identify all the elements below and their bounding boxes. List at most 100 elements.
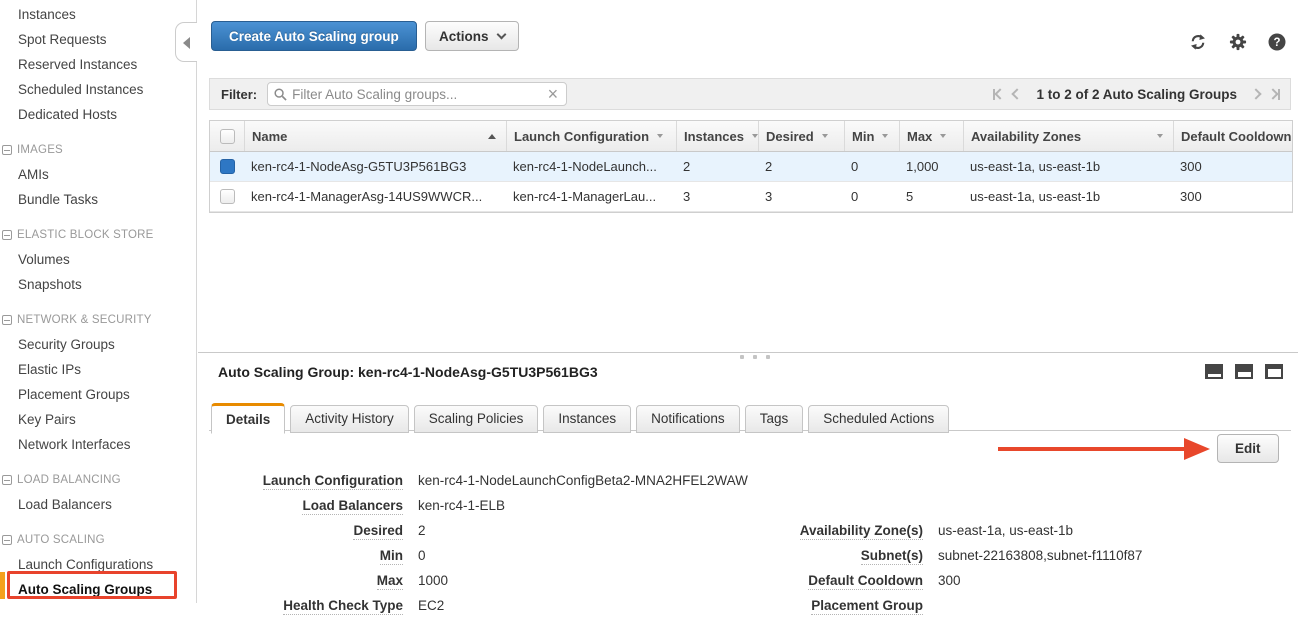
column-header-desired[interactable]: Desired <box>758 121 844 151</box>
field-value: ken-rc4-1-ELB <box>418 498 505 513</box>
column-label: Desired <box>766 129 814 144</box>
sidebar-section-label: ELASTIC BLOCK STORE <box>17 229 154 241</box>
row-checkbox-checked[interactable] <box>220 159 235 174</box>
detail-fields-left: Launch Configuration ken-rc4-1-NodeLaunc… <box>211 468 811 618</box>
edit-button-label: Edit <box>1235 441 1261 456</box>
pagination-first-button[interactable] <box>993 89 1004 100</box>
sidebar-item-dedicated-hosts[interactable]: Dedicated Hosts <box>0 102 196 127</box>
detail-tabs: Details Activity History Scaling Policie… <box>211 403 949 433</box>
annotation-orange-bar <box>0 572 5 599</box>
field-label: Min <box>211 548 403 563</box>
cell-default-cooldown: 300 <box>1173 152 1292 181</box>
sidebar: Instances Spot Requests Reserved Instanc… <box>0 0 197 603</box>
pagination-last-button[interactable] <box>1269 89 1280 100</box>
sidebar-item-snapshots[interactable]: Snapshots <box>0 272 196 297</box>
filter-input[interactable] <box>292 87 545 102</box>
column-label: Instances <box>684 129 744 144</box>
sidebar-section-images[interactable]: IMAGES <box>0 138 196 162</box>
main-content: Create Auto Scaling group Actions <box>198 0 1298 603</box>
help-icon[interactable]: ? <box>1268 33 1286 51</box>
column-header-instances[interactable]: Instances <box>676 121 758 151</box>
sidebar-section-elastic-block-store[interactable]: ELASTIC BLOCK STORE <box>0 223 196 247</box>
sidebar-item-scheduled-instances[interactable]: Scheduled Instances <box>0 77 196 102</box>
cell-desired: 3 <box>758 182 844 211</box>
cell-min: 0 <box>844 182 899 211</box>
field-value: us-east-1a, us-east-1b <box>938 523 1073 538</box>
sidebar-section-load-balancing[interactable]: LOAD BALANCING <box>0 468 196 492</box>
sidebar-item-spot-requests[interactable]: Spot Requests <box>0 27 196 52</box>
column-header-min[interactable]: Min <box>844 121 899 151</box>
column-label: Min <box>852 129 874 144</box>
collapse-minus-icon[interactable] <box>2 145 12 155</box>
actions-button[interactable]: Actions <box>425 21 519 51</box>
pagination-prev-button[interactable] <box>1012 88 1023 99</box>
collapse-minus-icon[interactable] <box>2 535 12 545</box>
column-header-availability-zones[interactable]: Availability Zones <box>963 121 1173 151</box>
column-header-name[interactable]: Name <box>244 121 506 151</box>
tab-details[interactable]: Details <box>211 403 285 434</box>
column-label: Name <box>252 129 287 144</box>
column-header-default-cooldown[interactable]: Default Cooldown <box>1173 121 1292 151</box>
sidebar-item-bundle-tasks[interactable]: Bundle Tasks <box>0 187 196 212</box>
collapse-left-arrow-icon <box>183 37 190 49</box>
sidebar-item-security-groups[interactable]: Security Groups <box>0 332 196 357</box>
cell-default-cooldown: 300 <box>1173 182 1292 211</box>
field-value: 1000 <box>418 573 448 588</box>
select-all-checkbox[interactable] <box>210 121 244 151</box>
gear-icon[interactable] <box>1229 33 1247 51</box>
actions-button-label: Actions <box>439 29 489 44</box>
tab-notifications[interactable]: Notifications <box>636 405 740 433</box>
cell-launch-configuration: ken-rc4-1-ManagerLau... <box>506 182 676 211</box>
refresh-icon[interactable] <box>1188 33 1208 51</box>
collapse-minus-icon[interactable] <box>2 475 12 485</box>
panel-size-small-icon[interactable] <box>1205 364 1223 379</box>
sidebar-item-elastic-ips[interactable]: Elastic IPs <box>0 357 196 382</box>
edit-button[interactable]: Edit <box>1217 434 1279 463</box>
sidebar-item-network-interfaces[interactable]: Network Interfaces <box>0 432 196 457</box>
create-auto-scaling-group-button[interactable]: Create Auto Scaling group <box>211 21 417 51</box>
tab-scaling-policies[interactable]: Scaling Policies <box>414 405 539 433</box>
sidebar-item-load-balancers[interactable]: Load Balancers <box>0 492 196 517</box>
sort-toggle-icon <box>940 134 946 138</box>
sidebar-collapse-toggle[interactable] <box>175 22 197 62</box>
panel-divider <box>198 352 1298 353</box>
cell-instances: 2 <box>676 152 758 181</box>
sidebar-section-network-security[interactable]: NETWORK & SECURITY <box>0 308 196 332</box>
collapse-minus-icon[interactable] <box>2 315 12 325</box>
row-checkbox[interactable] <box>220 189 235 204</box>
sidebar-item-instances[interactable]: Instances <box>0 2 196 27</box>
pagination: 1 to 2 of 2 Auto Scaling Groups <box>993 87 1290 102</box>
tab-scheduled-actions[interactable]: Scheduled Actions <box>808 405 949 433</box>
clear-filter-icon[interactable]: × <box>546 85 561 103</box>
table-row[interactable]: ken-rc4-1-ManagerAsg-14US9WWCR... ken-rc… <box>210 182 1292 212</box>
panel-size-large-icon[interactable] <box>1265 364 1283 379</box>
table-row[interactable]: ken-rc4-1-NodeAsg-G5TU3P561BG3 ken-rc4-1… <box>210 152 1292 182</box>
annotation-red-arrow <box>998 438 1210 460</box>
tab-activity-history[interactable]: Activity History <box>290 405 409 433</box>
field-label: Desired <box>211 523 403 538</box>
search-icon <box>274 88 287 101</box>
column-label: Default Cooldown <box>1181 129 1292 144</box>
column-label: Launch Configuration <box>514 129 649 144</box>
cell-min: 0 <box>844 152 899 181</box>
field-label: Default Cooldown <box>761 573 923 588</box>
collapse-minus-icon[interactable] <box>2 230 12 240</box>
sidebar-item-reserved-instances[interactable]: Reserved Instances <box>0 52 196 77</box>
tab-tags[interactable]: Tags <box>745 405 804 433</box>
sort-toggle-icon <box>882 134 888 138</box>
field-label: Launch Configuration <box>211 473 403 488</box>
search-box[interactable]: × <box>267 82 567 106</box>
cell-max: 5 <box>899 182 963 211</box>
sidebar-item-amis[interactable]: AMIs <box>0 162 196 187</box>
sidebar-section-auto-scaling[interactable]: AUTO SCALING <box>0 528 196 552</box>
panel-drag-handle[interactable] <box>740 355 770 359</box>
column-header-launch-configuration[interactable]: Launch Configuration <box>506 121 676 151</box>
panel-size-medium-icon[interactable] <box>1235 364 1253 379</box>
sidebar-item-placement-groups[interactable]: Placement Groups <box>0 382 196 407</box>
sidebar-item-volumes[interactable]: Volumes <box>0 247 196 272</box>
tab-instances[interactable]: Instances <box>543 405 631 433</box>
column-header-max[interactable]: Max <box>899 121 963 151</box>
sidebar-item-key-pairs[interactable]: Key Pairs <box>0 407 196 432</box>
pagination-next-button[interactable] <box>1250 88 1261 99</box>
cell-desired: 2 <box>758 152 844 181</box>
